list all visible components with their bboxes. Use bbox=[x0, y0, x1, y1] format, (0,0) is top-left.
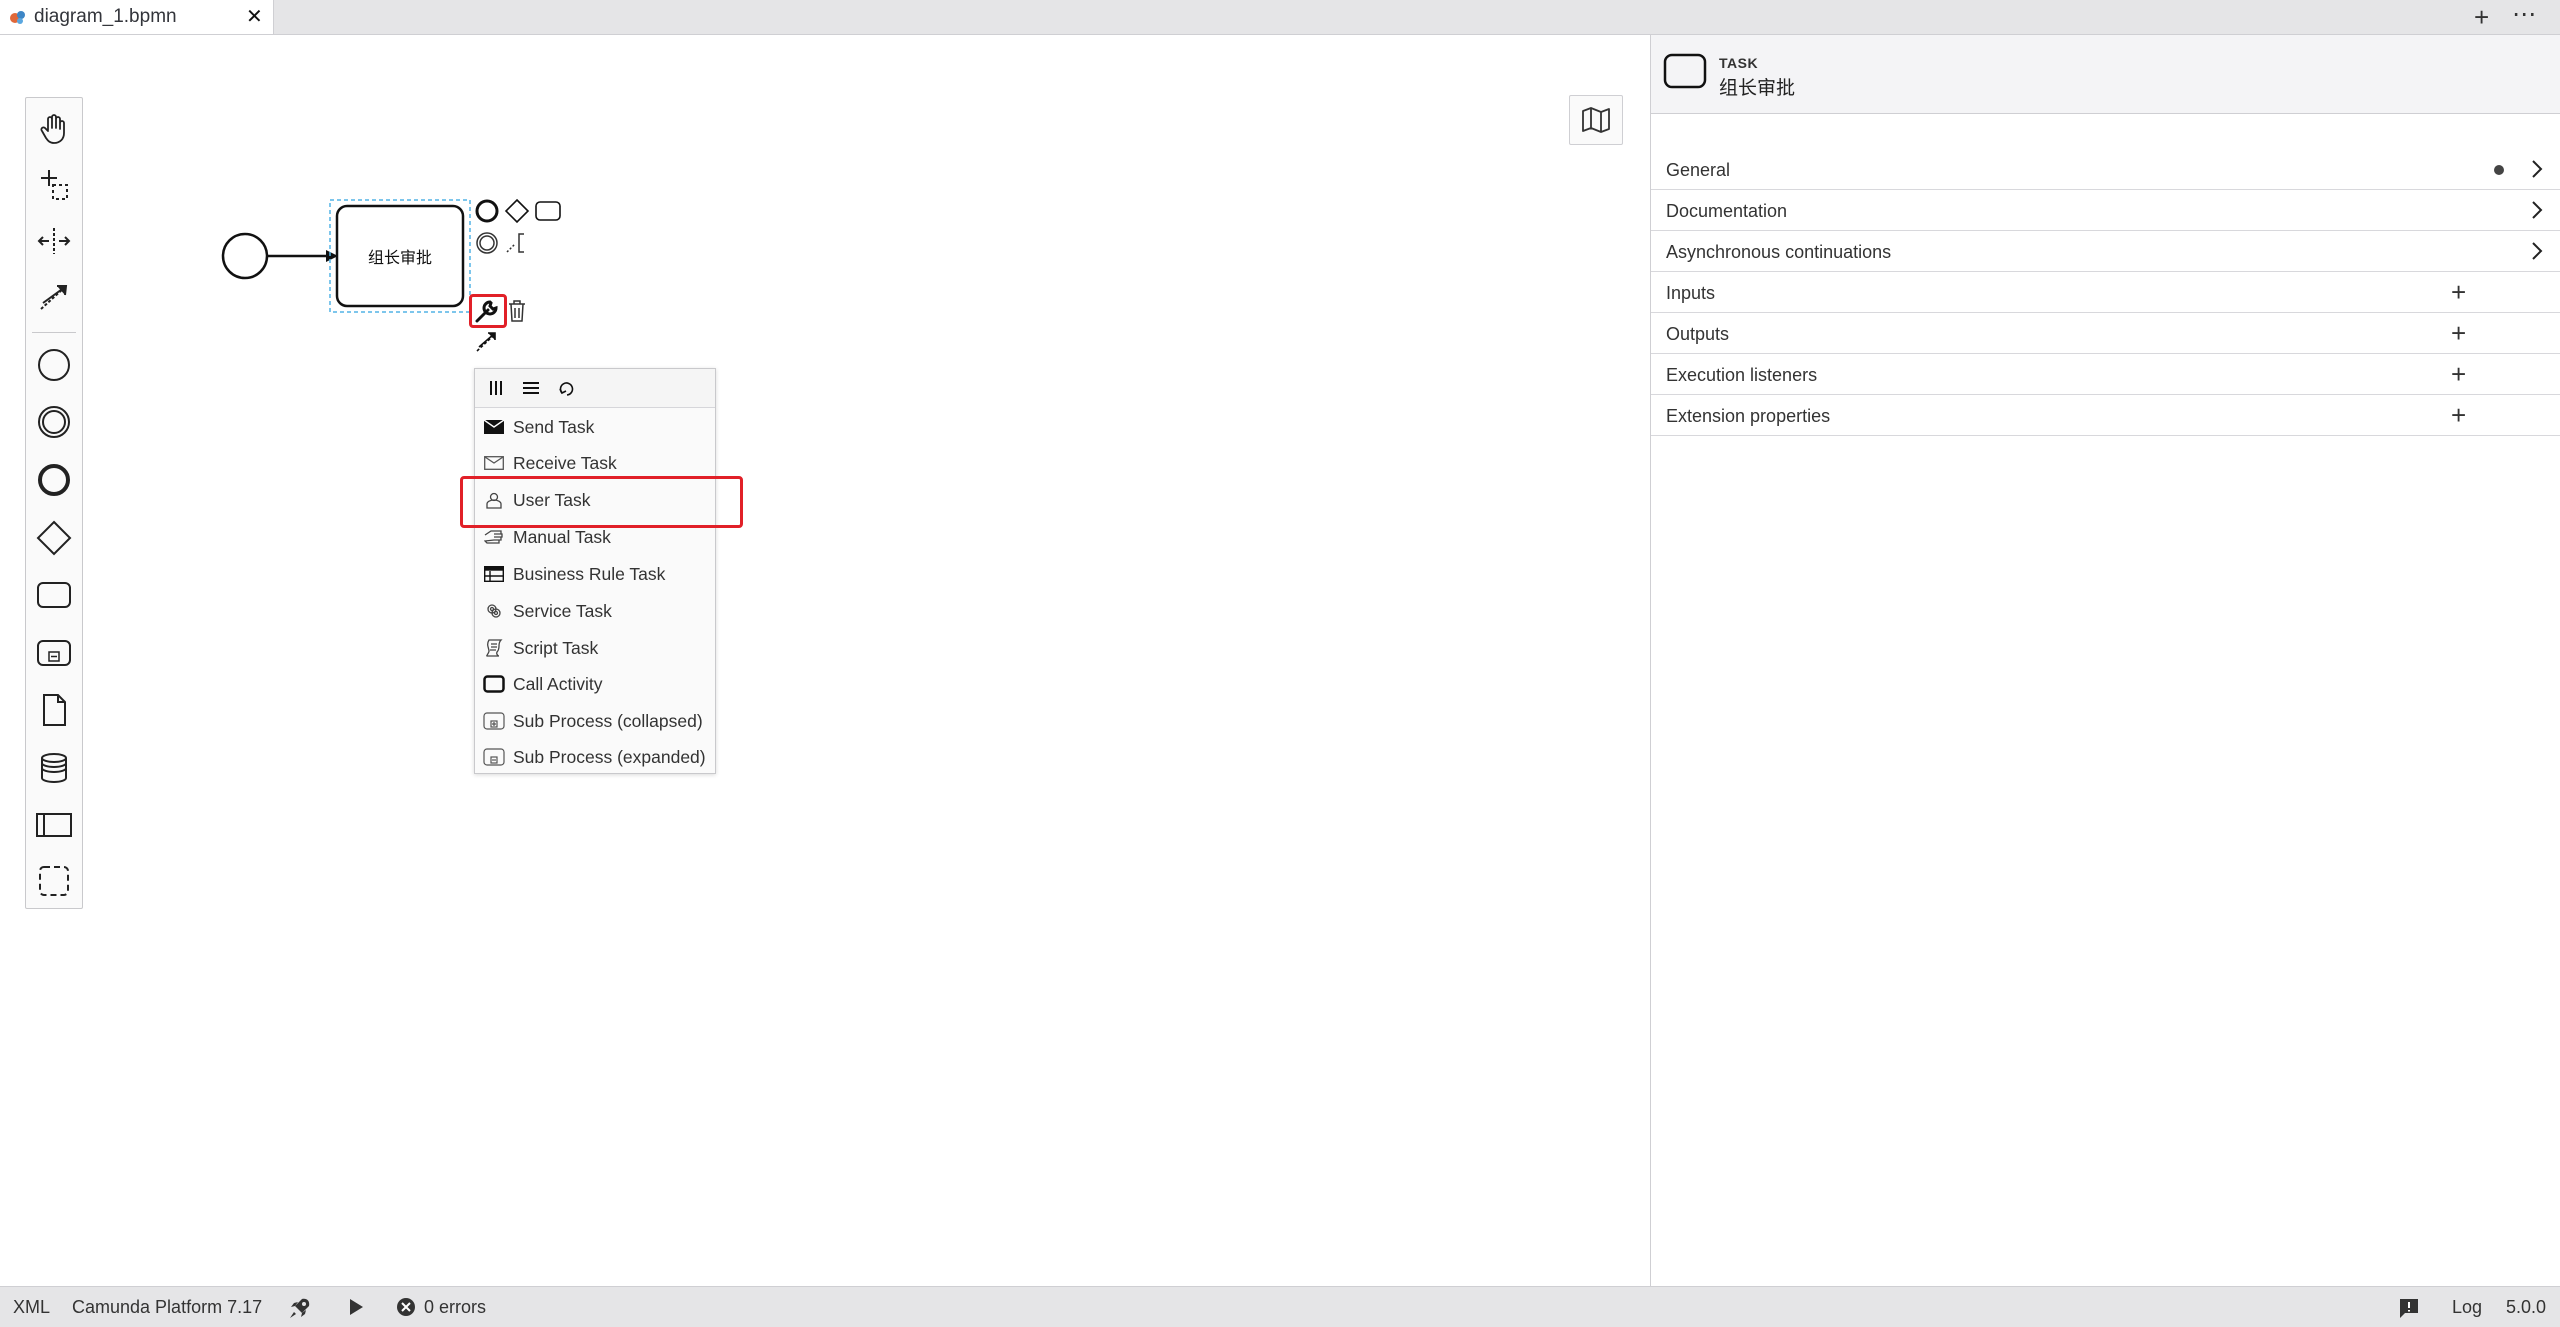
xml-toggle[interactable]: XML bbox=[13, 1297, 50, 1318]
log-toggle[interactable]: Log bbox=[2452, 1297, 2482, 1318]
group-general[interactable]: General bbox=[1651, 150, 2560, 190]
send-task-icon bbox=[483, 416, 505, 438]
group-execution-listeners[interactable]: Execution listeners + bbox=[1651, 355, 2560, 395]
append-text-annotation-icon[interactable] bbox=[502, 228, 532, 258]
add-listener-plus-icon[interactable]: + bbox=[2451, 359, 2466, 389]
task-type-icon bbox=[1663, 53, 1707, 89]
group-inputs[interactable]: Inputs + bbox=[1651, 273, 2560, 313]
status-bar: XML Camunda Platform 7.17 0 errors Log 5… bbox=[0, 1286, 2560, 1327]
element-type: TASK bbox=[1719, 55, 1759, 71]
add-input-plus-icon[interactable]: + bbox=[2451, 277, 2466, 307]
replace-entry-user-task[interactable]: User Task bbox=[475, 482, 715, 518]
errors-count[interactable]: 0 errors bbox=[424, 1297, 486, 1318]
append-task-icon[interactable] bbox=[533, 196, 563, 226]
tab-close-icon[interactable]: ✕ bbox=[246, 4, 263, 29]
bpmn-file-icon bbox=[8, 8, 28, 28]
business-rule-task-icon bbox=[483, 563, 505, 585]
replace-entry-business-rule-task[interactable]: Business Rule Task bbox=[475, 556, 715, 592]
tab-title: diagram_1.bpmn bbox=[34, 6, 177, 27]
sequential-multi-instance-icon[interactable] bbox=[516, 373, 546, 403]
replace-entry-receive-task[interactable]: Receive Task bbox=[475, 445, 715, 481]
script-task-icon bbox=[483, 637, 505, 659]
manual-task-icon bbox=[483, 526, 505, 548]
diagram-canvas[interactable]: 组长审批 Send Task Receive Task User Task Ma… bbox=[0, 35, 1650, 1286]
replace-entry-subprocess-expanded[interactable]: Sub Process (expanded) bbox=[475, 739, 715, 775]
subprocess-expanded-icon bbox=[483, 746, 505, 768]
receive-task-icon bbox=[483, 452, 505, 474]
user-task-icon bbox=[483, 489, 505, 511]
feedback-icon[interactable] bbox=[2398, 1297, 2420, 1319]
chevron-right-icon bbox=[2529, 158, 2545, 180]
errors-icon[interactable] bbox=[396, 1297, 416, 1317]
deploy-rocket-icon[interactable] bbox=[288, 1296, 312, 1320]
connect-arrow-icon[interactable] bbox=[472, 326, 502, 356]
group-async-continuations[interactable]: Asynchronous continuations bbox=[1651, 232, 2560, 272]
diagram-svg bbox=[221, 199, 471, 313]
element-name: 组长审批 bbox=[1719, 78, 1796, 99]
chevron-right-icon bbox=[2529, 240, 2545, 262]
append-end-event-icon[interactable] bbox=[472, 196, 502, 226]
group-outputs[interactable]: Outputs + bbox=[1651, 314, 2560, 354]
add-extension-property-plus-icon[interactable]: + bbox=[2451, 400, 2466, 430]
replace-entry-service-task[interactable]: Service Task bbox=[475, 593, 715, 629]
group-documentation[interactable]: Documentation bbox=[1651, 191, 2560, 231]
task-shape[interactable] bbox=[335, 204, 465, 308]
replace-entry-script-task[interactable]: Script Task bbox=[475, 630, 715, 666]
replace-entry-send-task[interactable]: Send Task bbox=[475, 409, 715, 445]
service-task-icon bbox=[483, 600, 505, 622]
replace-entry-manual-task[interactable]: Manual Task bbox=[475, 519, 715, 555]
append-intermediate-event-icon[interactable] bbox=[472, 228, 502, 258]
start-event[interactable] bbox=[221, 232, 269, 280]
append-gateway-icon[interactable] bbox=[502, 196, 532, 226]
tab-bar: diagram_1.bpmn ✕ + ⋯ bbox=[0, 0, 2560, 35]
replace-menu: Send Task Receive Task User Task Manual … bbox=[474, 368, 716, 774]
tab-diagram[interactable]: diagram_1.bpmn ✕ bbox=[0, 0, 274, 34]
replace-entry-subprocess-collapsed[interactable]: Sub Process (collapsed) bbox=[475, 703, 715, 739]
subprocess-collapsed-icon bbox=[483, 710, 505, 732]
version-label: 5.0.0 bbox=[2506, 1297, 2547, 1317]
chevron-right-icon bbox=[2529, 199, 2545, 221]
replace-entry-call-activity[interactable]: Call Activity bbox=[475, 666, 715, 702]
change-type-wrench-icon[interactable] bbox=[472, 296, 502, 326]
loop-icon[interactable] bbox=[551, 373, 581, 403]
add-output-plus-icon[interactable]: + bbox=[2451, 318, 2466, 348]
properties-header: TASK 组长审批 bbox=[1651, 35, 2560, 114]
data-marker-dot bbox=[2494, 165, 2504, 175]
start-instance-play-icon[interactable] bbox=[345, 1296, 367, 1318]
replace-menu-header bbox=[475, 369, 715, 408]
group-extension-properties[interactable]: Extension properties + bbox=[1651, 396, 2560, 436]
properties-panel: TASK 组长审批 General Documentation Asynchro… bbox=[1650, 35, 2560, 1286]
call-activity-icon bbox=[483, 673, 505, 695]
add-tab-icon[interactable]: + bbox=[2474, 2, 2489, 33]
platform-selector[interactable]: Camunda Platform 7.17 bbox=[72, 1297, 262, 1318]
parallel-multi-instance-icon[interactable] bbox=[481, 373, 511, 403]
delete-trash-icon[interactable] bbox=[502, 296, 532, 326]
more-icon[interactable]: ⋯ bbox=[2512, 0, 2537, 29]
